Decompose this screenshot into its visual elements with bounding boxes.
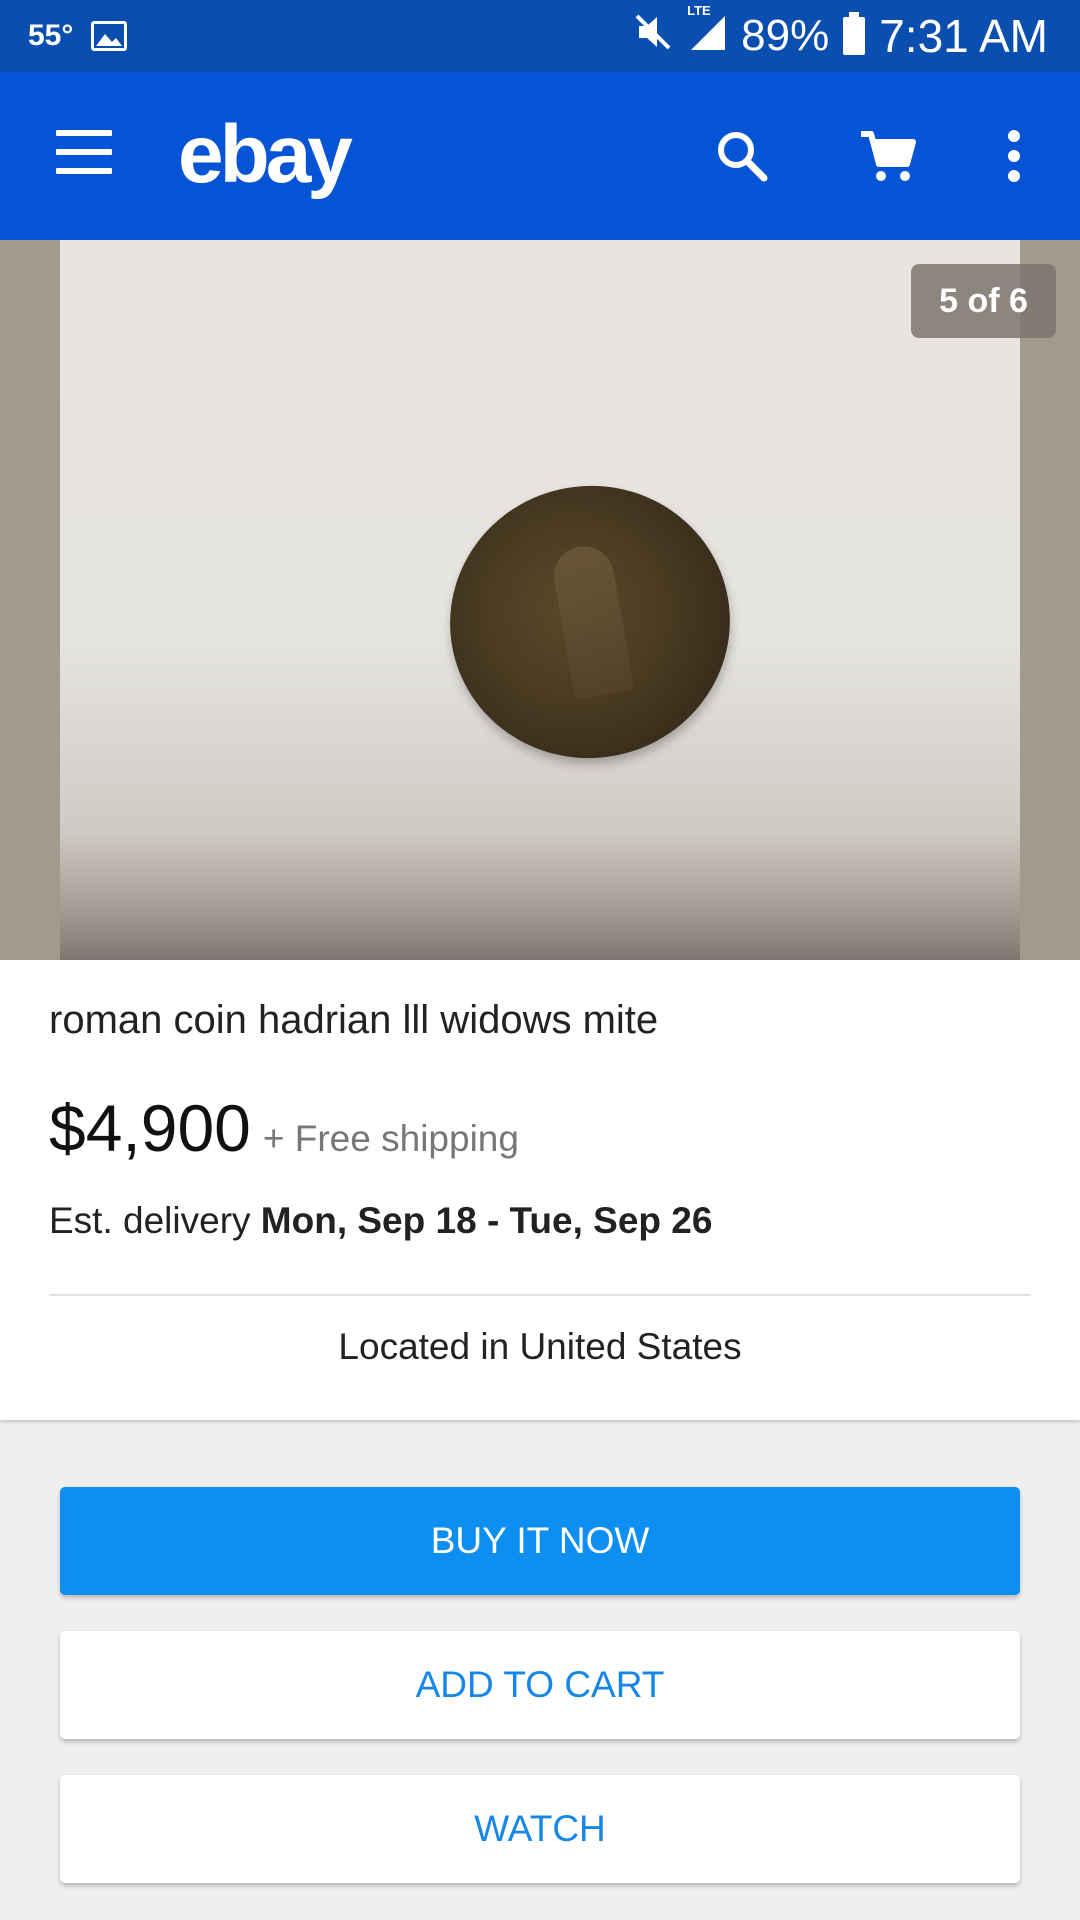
clock-time: 7:31 AM — [879, 10, 1048, 62]
coin-image — [428, 463, 752, 781]
shipping-info: + Free shipping — [262, 1118, 519, 1159]
item-location: Located in United States — [338, 1326, 742, 1367]
listing-title: roman coin hadrian lll widows mite — [49, 998, 659, 1042]
network-type-label: LTE — [687, 3, 711, 18]
app-bar: ebay — [0, 72, 1080, 240]
status-bar-left: 55° — [28, 0, 128, 72]
price: $4,900 — [49, 1091, 251, 1165]
temperature-text: 55° — [28, 19, 74, 52]
buy-it-now-button[interactable]: BUY IT NOW — [60, 1487, 1020, 1595]
delivery-label: Est. delivery — [49, 1200, 251, 1241]
cart-icon[interactable] — [852, 120, 924, 192]
add-to-cart-button[interactable]: ADD TO CART — [60, 1631, 1020, 1739]
ebay-logo[interactable]: ebay — [178, 108, 353, 202]
price-row: $4,900 + Free shipping — [49, 1090, 519, 1166]
menu-icon[interactable] — [56, 130, 112, 182]
battery-percent: 89% — [741, 11, 830, 60]
image-icon — [91, 21, 128, 51]
status-bar-right: LTE 89% 7:31 AM — [633, 0, 1048, 72]
image-counter: 5 of 6 — [911, 264, 1056, 338]
delivery-estimate: Est. delivery Mon, Sep 18 - Tue, Sep 26 — [49, 1200, 712, 1242]
divider — [49, 1294, 1031, 1296]
search-icon[interactable] — [706, 120, 778, 192]
mute-icon — [633, 9, 673, 63]
listing-details: roman coin hadrian lll widows mite $4,90… — [0, 960, 1080, 1420]
battery-icon — [843, 12, 866, 55]
watch-button[interactable]: WATCH — [60, 1775, 1020, 1883]
image-gallery[interactable]: 5 of 6 — [0, 240, 1080, 960]
signal-icon: LTE — [687, 3, 727, 63]
delivery-dates: Mon, Sep 18 - Tue, Sep 26 — [260, 1200, 713, 1241]
status-bar: 55° LTE 89% 7:31 AM — [0, 0, 1080, 72]
product-photo[interactable] — [60, 240, 1020, 960]
overflow-menu-icon[interactable] — [978, 120, 1050, 192]
